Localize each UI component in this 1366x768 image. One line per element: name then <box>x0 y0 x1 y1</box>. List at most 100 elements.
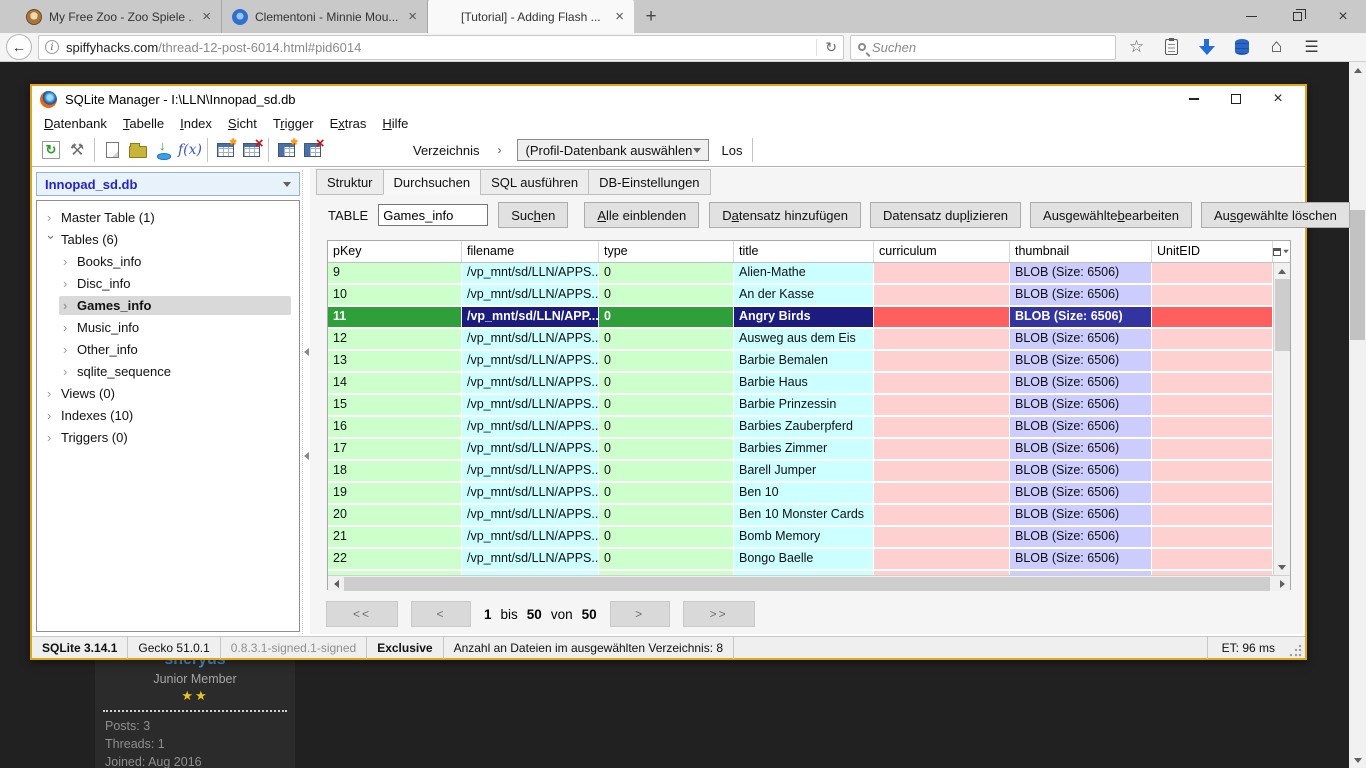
cell-uniteid[interactable] <box>1152 461 1273 483</box>
scroll-down-icon[interactable] <box>1274 559 1290 575</box>
cell-filename[interactable]: /vp_mnt/sd/LLN/APP... <box>462 307 599 329</box>
cell-type[interactable]: 0 <box>599 483 734 505</box>
column-picker-button[interactable] <box>1273 241 1290 262</box>
twisty-collapsed-icon[interactable]: › <box>63 254 72 269</box>
cell-uniteid[interactable] <box>1152 483 1273 505</box>
app-minimize-button[interactable] <box>1173 87 1215 111</box>
cell-title[interactable]: Ben 10 <box>734 483 874 505</box>
tree-item-books-info[interactable]: ›Books_info <box>37 250 299 272</box>
tab-struktur[interactable]: Struktur <box>316 169 384 195</box>
forum-username[interactable]: sheryus <box>95 660 295 669</box>
browser-tab[interactable]: Clementoni - Minnie Mou...× <box>222 0 428 33</box>
cell-curriculum[interactable] <box>874 329 1010 351</box>
cell-title[interactable]: Barbies Zimmer <box>734 439 874 461</box>
datensatz-hinzuf-gen-button[interactable]: Datensatz hinzufügen <box>709 202 861 228</box>
reconnect-db-button[interactable]: ↻ <box>38 137 64 163</box>
cell-thumbnail[interactable]: BLOB (Size: 6506) <box>1010 461 1152 483</box>
cell-type[interactable]: 0 <box>599 263 734 285</box>
cell-thumbnail[interactable]: BLOB (Size: 6506) <box>1010 417 1152 439</box>
tree-item-views-0-[interactable]: ›Views (0) <box>37 382 299 404</box>
menu-datenbank[interactable]: Datenbank <box>36 116 115 131</box>
table-row[interactable]: 22/vp_mnt/sd/LLN/APPS...0Bongo BaelleBLO… <box>328 549 1273 571</box>
tab-close-icon[interactable]: × <box>406 8 419 25</box>
downloads-button[interactable] <box>1192 34 1221 60</box>
cell-pkey[interactable]: 12 <box>328 329 462 351</box>
cell-pkey[interactable]: 11 <box>328 307 462 329</box>
scroll-up-icon[interactable] <box>1274 263 1290 279</box>
cell-title[interactable]: Bongo Baelle <box>734 549 874 571</box>
alle-einblenden-button[interactable]: Alle einblenden <box>584 202 699 228</box>
cell-type[interactable]: 0 <box>599 527 734 549</box>
table-row[interactable]: 13/vp_mnt/sd/LLN/APPS...0Barbie BemalenB… <box>328 351 1273 373</box>
table-row[interactable]: 17/vp_mnt/sd/LLN/APPS...0Barbies ZimmerB… <box>328 439 1273 461</box>
cell-uniteid[interactable] <box>1152 527 1273 549</box>
scroll-right-icon[interactable] <box>1274 576 1290 592</box>
twisty-collapsed-icon[interactable]: › <box>47 386 56 401</box>
bookmark-star-button[interactable]: ☆ <box>1122 34 1151 60</box>
table-name-input[interactable] <box>378 204 488 226</box>
cell-filename[interactable]: /vp_mnt/sd/LLN/APPS... <box>462 439 599 461</box>
go-button[interactable]: Los <box>721 143 742 158</box>
cell-uniteid[interactable] <box>1152 307 1273 329</box>
hamburger-menu-button[interactable]: ☰ <box>1297 34 1326 60</box>
cell-thumbnail[interactable]: BLOB (Size: 6506) <box>1010 395 1152 417</box>
cell-thumbnail[interactable]: BLOB (Size: 6506) <box>1010 351 1152 373</box>
menu-index[interactable]: Index <box>172 116 220 131</box>
site-info-icon[interactable]: i <box>45 40 59 54</box>
cell-pkey[interactable]: 13 <box>328 351 462 373</box>
cell-curriculum[interactable] <box>874 483 1010 505</box>
cell-filename[interactable]: /vp_mnt/sd/LLN/APPS... <box>462 395 599 417</box>
cell-uniteid[interactable] <box>1152 373 1273 395</box>
drop-table-button[interactable]: × <box>238 137 264 163</box>
cell-type[interactable]: 0 <box>599 549 734 571</box>
cell-thumbnail[interactable]: BLOB (Size: 6506) <box>1010 307 1152 329</box>
tree-item-indexes-10-[interactable]: ›Indexes (10) <box>37 404 299 426</box>
twisty-collapsed-icon[interactable]: › <box>63 276 72 291</box>
profile-db-dropdown[interactable]: (Profil-Datenbank auswählen) <box>517 139 709 161</box>
cell-curriculum[interactable] <box>874 549 1010 571</box>
back-button[interactable]: ← <box>6 34 32 60</box>
grid-scrollbar-thumb[interactable] <box>1275 279 1290 351</box>
cell-thumbnail[interactable]: BLOB (Size: 6506) <box>1010 549 1152 571</box>
cell-title[interactable]: Barbie Bemalen <box>734 351 874 373</box>
menu-extras[interactable]: Extras <box>322 116 375 131</box>
cell-uniteid[interactable] <box>1152 329 1273 351</box>
twisty-collapsed-icon[interactable]: › <box>47 408 56 423</box>
cell-pkey[interactable]: 22 <box>328 549 462 571</box>
scroll-left-icon[interactable] <box>328 576 344 592</box>
app-maximize-button[interactable] <box>1215 87 1257 111</box>
cell-pkey[interactable]: 16 <box>328 417 462 439</box>
cell-curriculum[interactable] <box>874 373 1010 395</box>
cell-thumbnail[interactable]: BLOB (Size: 6506) <box>1010 373 1152 395</box>
twisty-collapsed-icon[interactable]: › <box>63 298 72 313</box>
column-header-curriculum[interactable]: curriculum <box>874 241 1010 262</box>
twisty-collapsed-icon[interactable]: › <box>63 364 72 379</box>
cell-type[interactable]: 0 <box>599 351 734 373</box>
cell-title[interactable]: Bomb Memory <box>734 527 874 549</box>
home-button[interactable]: ⌂ <box>1262 34 1291 60</box>
menu-tabelle[interactable]: Tabelle <box>115 116 172 131</box>
sidebar-splitter[interactable] <box>302 170 310 634</box>
cell-filename[interactable]: /vp_mnt/sd/LLN/APPS... <box>462 329 599 351</box>
browser-tab[interactable]: My Free Zoo - Zoo Spiele ...× <box>16 0 222 33</box>
table-row[interactable]: 18/vp_mnt/sd/LLN/APPS...0Barell JumperBL… <box>328 461 1273 483</box>
last-page-button[interactable]: >> <box>683 601 755 627</box>
twisty-collapsed-icon[interactable]: › <box>63 320 72 335</box>
cell-title[interactable]: Alien-Mathe <box>734 263 874 285</box>
cell-type[interactable]: 0 <box>599 307 734 329</box>
cell-type[interactable]: 0 <box>599 461 734 483</box>
tree-item-sqlite-sequence[interactable]: ›sqlite_sequence <box>37 360 299 382</box>
datensatz-duplizieren-button[interactable]: Datensatz duplizieren <box>870 202 1021 228</box>
cell-filename[interactable]: /vp_mnt/sd/LLN/APPS... <box>462 263 599 285</box>
suchen-button[interactable]: Suchen <box>498 202 568 228</box>
cell-pkey[interactable]: 19 <box>328 483 462 505</box>
create-table-button[interactable]: * <box>212 137 238 163</box>
cell-thumbnail[interactable]: BLOB (Size: 6506) <box>1010 285 1152 307</box>
tree-item-master-table-1-[interactable]: ›Master Table (1) <box>37 206 299 228</box>
twisty-collapsed-icon[interactable]: › <box>47 210 56 225</box>
reload-button[interactable]: ↻ <box>816 39 837 56</box>
app-close-button[interactable]: × <box>1257 87 1299 111</box>
cell-uniteid[interactable] <box>1152 285 1273 307</box>
h-scrollbar-thumb[interactable] <box>344 577 1270 591</box>
tab-close-icon[interactable]: × <box>613 8 626 25</box>
